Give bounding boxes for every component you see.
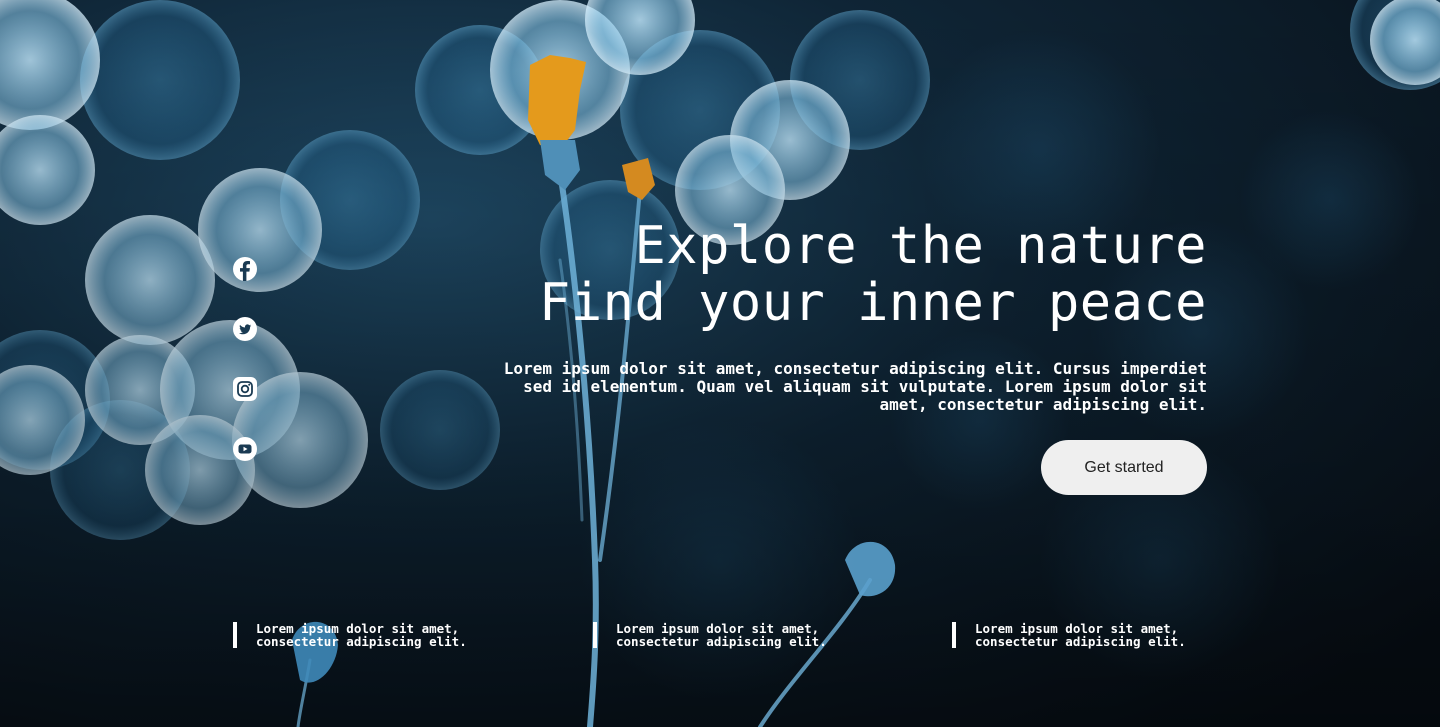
feature-text-line-2: consectetur adipiscing elit. [616, 634, 827, 649]
twitter-link[interactable] [233, 317, 257, 341]
hero-title-line-2: Find your inner peace [539, 273, 1207, 333]
instagram-icon [233, 377, 257, 401]
feature-text: Lorem ipsum dolor sit amet, consectetur … [256, 622, 533, 648]
feature-text: Lorem ipsum dolor sit amet, consectetur … [975, 622, 1252, 648]
youtube-link[interactable] [233, 437, 257, 461]
hero-title: Explore the nature Find your inner peace [539, 218, 1207, 332]
facebook-link[interactable] [233, 257, 257, 281]
hero-title-line-1: Explore the nature [634, 216, 1207, 276]
get-started-button[interactable]: Get started [1041, 440, 1207, 495]
youtube-icon [233, 437, 257, 461]
hero-description: Lorem ipsum dolor sit amet, consectetur … [503, 359, 1207, 414]
feature-item: Lorem ipsum dolor sit amet, consectetur … [593, 622, 893, 648]
facebook-icon [233, 257, 257, 281]
feature-text: Lorem ipsum dolor sit amet, consectetur … [616, 622, 893, 648]
feature-item: Lorem ipsum dolor sit amet, consectetur … [952, 622, 1252, 648]
twitter-icon [233, 317, 257, 341]
feature-item: Lorem ipsum dolor sit amet, consectetur … [233, 622, 533, 648]
instagram-link[interactable] [233, 377, 257, 401]
feature-text-line-2: consectetur adipiscing elit. [256, 634, 467, 649]
feature-text-line-2: consectetur adipiscing elit. [975, 634, 1186, 649]
